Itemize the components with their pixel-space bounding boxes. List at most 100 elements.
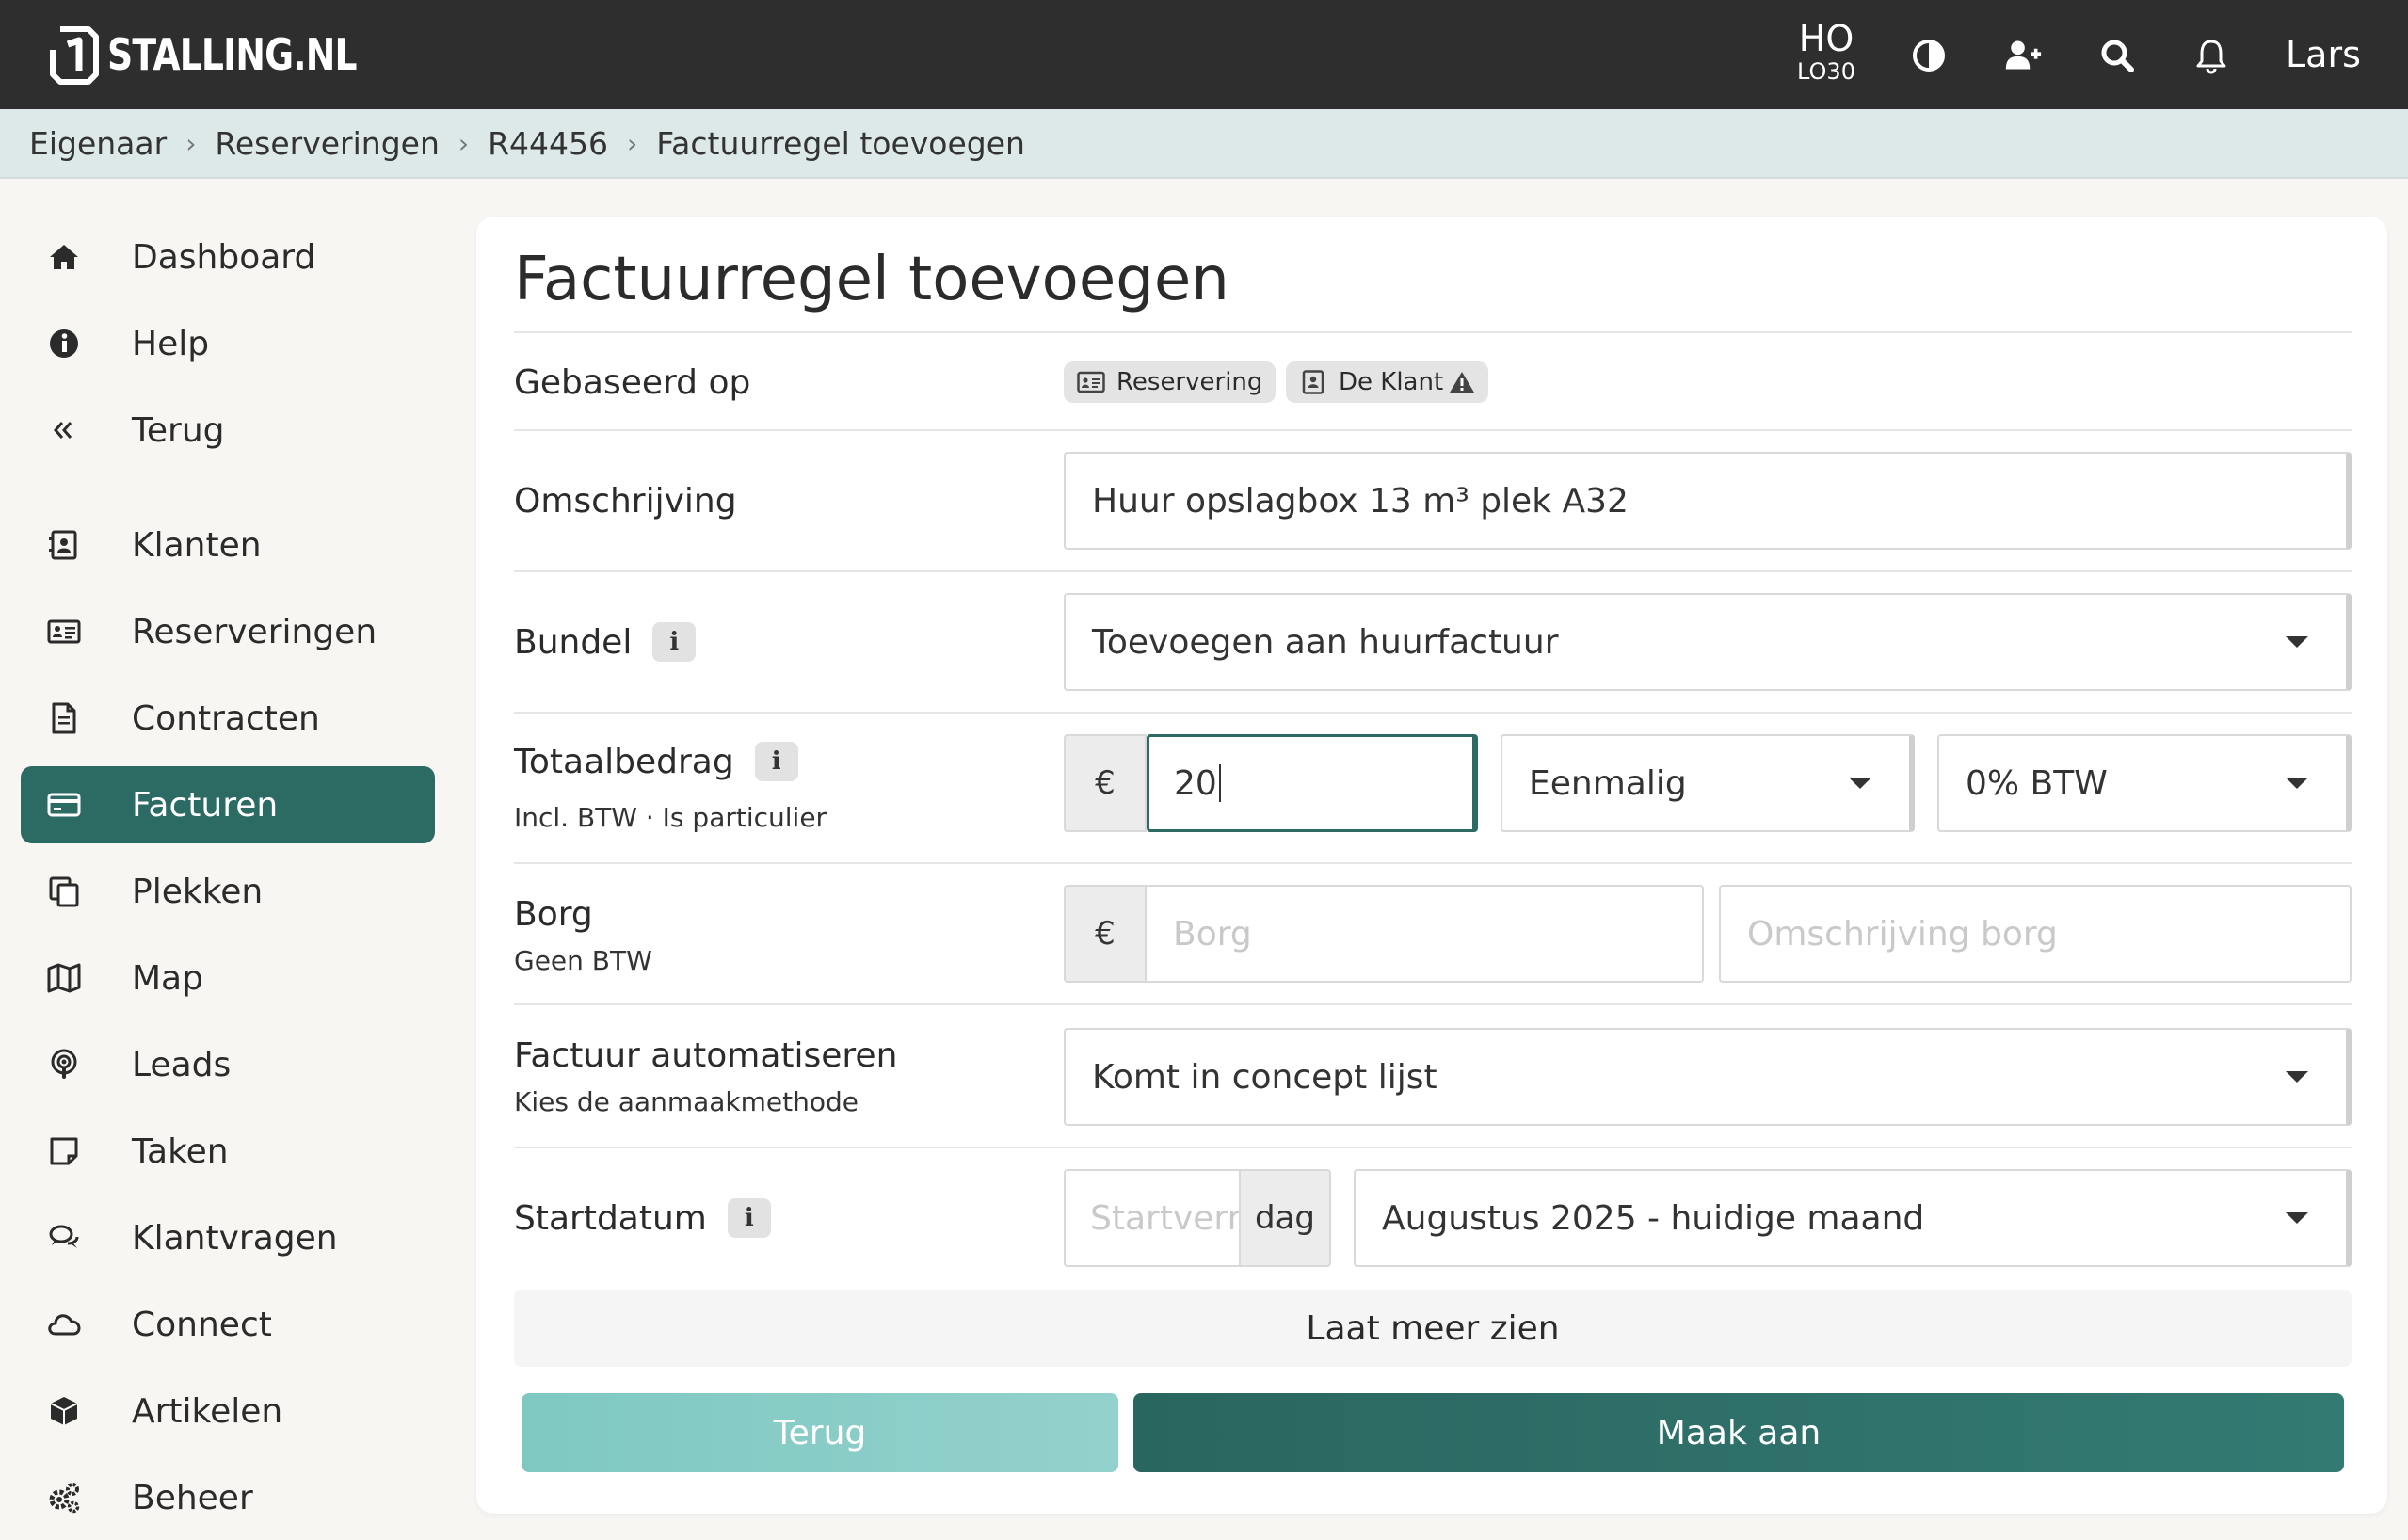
search-button[interactable] <box>2092 30 2143 81</box>
total-sublabel: Incl. BTW · Is particulier <box>514 802 827 833</box>
contact-card-icon <box>1302 370 1324 394</box>
home-icon <box>43 236 85 278</box>
sidebar-item-klantvragen[interactable]: Klantvragen <box>21 1199 435 1276</box>
bundle-select[interactable]: Toevoegen aan huurfactuur <box>1064 593 2352 691</box>
start-label: Startdatum i <box>514 1169 771 1267</box>
total-label: Totaalbedrag i <box>514 738 798 785</box>
divider <box>514 1003 2352 1005</box>
info-icon[interactable]: i <box>652 622 697 662</box>
sidebar-item-dashboard[interactable]: Dashboard <box>21 218 435 296</box>
info-icon[interactable]: i <box>727 1198 771 1238</box>
id-card-icon <box>43 611 85 652</box>
total-amount-input[interactable]: 20 <box>1147 734 1478 832</box>
sidebar-item-label: Contracten <box>132 698 320 738</box>
chevron-down-icon <box>2286 1212 2308 1224</box>
start-offset-input[interactable]: Startverr <box>1064 1169 1241 1267</box>
start-label-text: Startdatum <box>514 1198 707 1238</box>
sidebar-item-contracten[interactable]: Contracten <box>21 680 435 757</box>
start-month-select[interactable]: Augustus 2025 - huidige maand <box>1354 1169 2352 1267</box>
top-bar: STALLING.NL HO LO30 Lars <box>0 0 2408 109</box>
chevron-down-icon <box>1849 778 1871 789</box>
deposit-description-input[interactable]: Omschrijving borg <box>1719 885 2352 983</box>
sidebar-item-map[interactable]: Map <box>21 939 435 1017</box>
create-button[interactable]: Maak aan <box>1133 1393 2344 1472</box>
breadcrumb-current: Factuurregel toevoegen <box>656 124 1025 162</box>
sidebar-item-leads[interactable]: Leads <box>21 1026 435 1103</box>
chevron-right-icon: › <box>185 127 197 159</box>
sidebar-item-label: Help <box>132 324 210 363</box>
text-cursor <box>1218 764 1221 802</box>
divider <box>514 331 2352 333</box>
day-unit-addon: dag <box>1241 1169 1331 1267</box>
sidebar-item-terug[interactable]: Terug <box>21 392 435 469</box>
deposit-input[interactable]: Borg <box>1147 885 1704 983</box>
total-label-text: Totaalbedrag <box>514 742 734 781</box>
bundle-label-text: Bundel <box>514 622 633 662</box>
sidebar-item-label: Facturen <box>132 785 279 825</box>
deposit-label: Borg <box>514 894 593 934</box>
sidebar-item-reserveringen[interactable]: Reserveringen <box>21 593 435 670</box>
search-icon <box>2101 40 2134 72</box>
brand-name: STALLING.NL <box>107 29 358 80</box>
chip-reservering[interactable]: Reservering <box>1064 361 1276 403</box>
note-icon <box>43 1131 85 1172</box>
divider <box>514 712 2352 714</box>
sidebar-item-label: Dashboard <box>132 237 316 277</box>
cogs-icon <box>43 1477 85 1518</box>
podcast-icon <box>43 1044 85 1085</box>
total-amount-value: 20 <box>1174 763 1217 803</box>
sidebar-item-klanten[interactable]: Klanten <box>21 506 435 584</box>
chip-label: De Klant <box>1339 368 1444 396</box>
notifications-button[interactable] <box>2186 30 2237 81</box>
description-input[interactable]: Huur opslagbox 13 m³ plek A32 <box>1064 452 2352 550</box>
location-code: HO <box>1798 18 1854 59</box>
credit-card-icon <box>43 784 85 826</box>
breadcrumb-reserveringen[interactable]: Reserveringen <box>215 125 439 162</box>
id-card-icon <box>1077 371 1105 393</box>
deposit-sublabel: Geen BTW <box>514 945 652 976</box>
chevron-down-icon <box>2286 1071 2308 1083</box>
contrast-toggle[interactable] <box>1903 30 1954 81</box>
brand-logo[interactable]: STALLING.NL <box>45 21 411 88</box>
sidebar-item-label: Leads <box>132 1045 232 1084</box>
info-circle-icon <box>43 323 85 364</box>
sidebar-item-beheer[interactable]: Beheer <box>21 1459 435 1536</box>
breadcrumb-eigenaar[interactable]: Eigenaar <box>29 125 167 162</box>
automate-select[interactable]: Komt in concept lijst <box>1064 1028 2352 1126</box>
sidebar-item-facturen[interactable]: Facturen <box>21 766 435 843</box>
warning-icon <box>1450 372 1475 393</box>
sidebar-item-artikelen[interactable]: Artikelen <box>21 1372 435 1450</box>
chip-de-klant[interactable]: De Klant <box>1286 361 1489 403</box>
vat-value: 0% BTW <box>1966 763 2108 803</box>
info-icon[interactable]: i <box>754 742 798 781</box>
user-menu[interactable]: Lars <box>2286 30 2361 79</box>
back-button[interactable]: Terug <box>522 1393 1118 1472</box>
frequency-select[interactable]: Eenmalig <box>1501 734 1915 832</box>
double-chevron-left-icon <box>43 409 85 451</box>
add-user-button[interactable] <box>1998 30 2048 81</box>
divider <box>514 570 2352 572</box>
bundle-value: Toevoegen aan huurfactuur <box>1092 622 1559 662</box>
chip-label: Reservering <box>1116 368 1263 396</box>
show-more-button[interactable]: Laat meer zien <box>514 1290 2352 1367</box>
sidebar-item-label: Klanten <box>132 525 262 565</box>
map-icon <box>43 957 85 999</box>
cloud-icon <box>43 1304 85 1345</box>
automate-sublabel: Kies de aanmaakmethode <box>514 1086 859 1117</box>
deposit-currency-addon: € <box>1064 885 1147 983</box>
sidebar-item-taken[interactable]: Taken <box>21 1113 435 1190</box>
sidebar-item-label: Klantvragen <box>132 1218 338 1258</box>
sidebar-item-plekken[interactable]: Plekken <box>21 853 435 930</box>
sidebar-item-label: Terug <box>132 410 225 450</box>
user-plus-icon <box>2005 40 2042 70</box>
vat-select[interactable]: 0% BTW <box>1937 734 2352 832</box>
sidebar-item-connect[interactable]: Connect <box>21 1286 435 1363</box>
logo-icon <box>50 26 99 85</box>
location-selector[interactable]: HO LO30 <box>1789 21 1864 83</box>
sidebar-item-help[interactable]: Help <box>21 305 435 382</box>
frequency-value: Eenmalig <box>1529 763 1687 803</box>
comments-icon <box>43 1217 85 1259</box>
divider <box>514 1147 2352 1148</box>
sidebar-item-label: Beheer <box>132 1478 253 1517</box>
breadcrumb-reservation[interactable]: R44456 <box>488 125 608 162</box>
